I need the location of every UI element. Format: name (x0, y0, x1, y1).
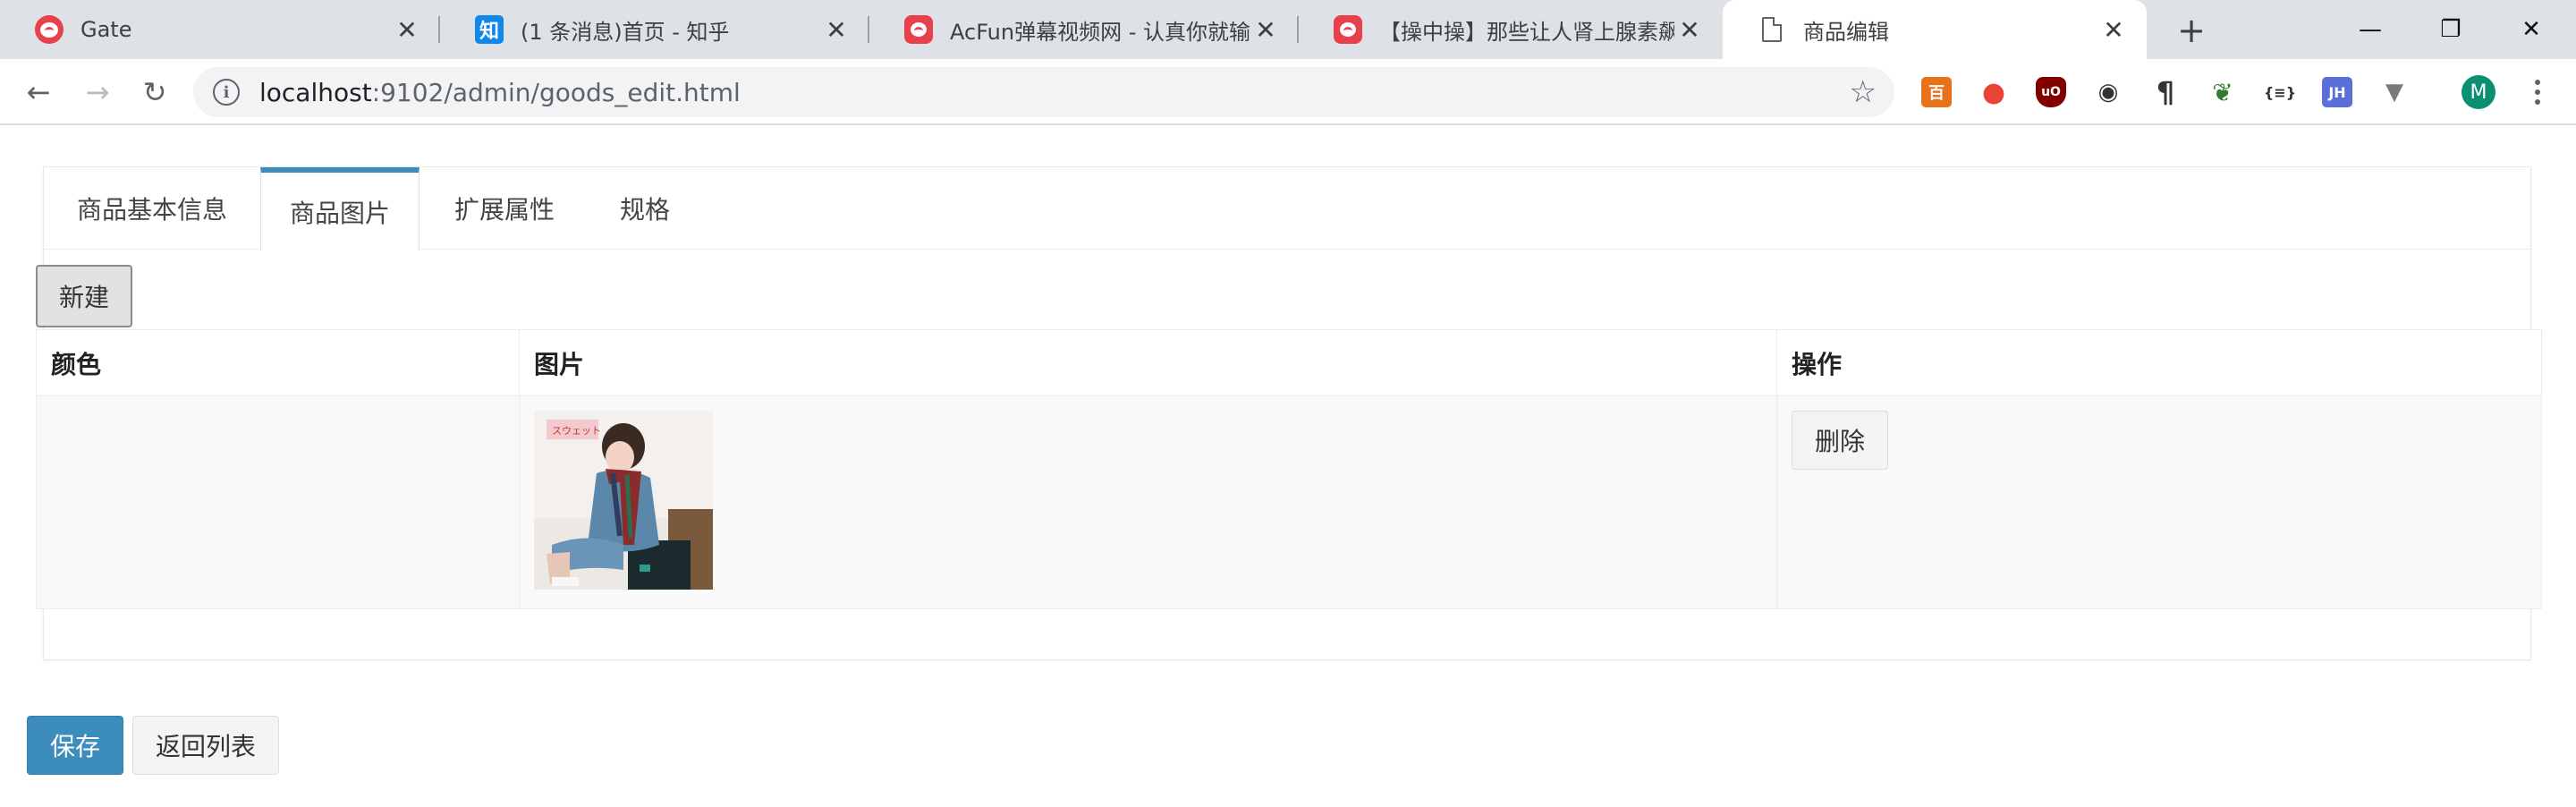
browser-tab-strip: Gate ✕ 知 (1 条消息)首页 - 知乎 ✕ AcFun弹幕视频网 - 认… (0, 0, 2576, 59)
ext-vue-icon[interactable]: ▼ (2379, 77, 2410, 107)
back-to-list-button[interactable]: 返回列表 (132, 716, 279, 775)
tab-specifications[interactable]: 规格 (589, 167, 700, 250)
new-button[interactable]: 新建 (36, 265, 132, 327)
image-cell: スウェット (519, 395, 1777, 609)
bookmark-star-icon[interactable]: ☆ (1850, 74, 1877, 110)
tab-title: (1 条消息)首页 - 知乎 (521, 19, 730, 45)
column-header-actions: 操作 (1776, 329, 2542, 396)
thumbnail-caption: スウェット (552, 425, 601, 437)
ext-ublock-icon[interactable]: uO (2036, 77, 2066, 107)
acfun-face-icon (903, 14, 934, 45)
tab-title: AcFun弹幕视频网 - 认真你就输啦 (950, 19, 1250, 45)
column-header-color: 颜色 (36, 329, 520, 396)
restore-button[interactable]: ❐ (2406, 0, 2496, 59)
acfun-face-icon (1333, 14, 1363, 45)
column-header-image: 图片 (519, 329, 1777, 396)
browser-toolbar: ← → ↻ i localhost:9102/admin/goods_edit.… (0, 59, 2576, 125)
browser-tab-zhihu[interactable]: 知 (1 条消息)首页 - 知乎 ✕ (440, 0, 869, 59)
tab-basic-info[interactable]: 商品基本信息 (44, 167, 260, 250)
forward-button[interactable]: → (77, 72, 118, 113)
tab-title: 商品编辑 (1803, 19, 1889, 45)
tab-goods-images[interactable]: 商品图片 (260, 167, 419, 251)
acfun-face-icon (34, 14, 64, 45)
browser-tab-gate[interactable]: Gate ✕ (0, 0, 440, 59)
ext-map-pin-icon[interactable]: ● (1979, 77, 2009, 108)
close-icon[interactable]: ✕ (2098, 14, 2129, 45)
color-cell (36, 395, 520, 609)
browser-tab-acfun[interactable]: AcFun弹幕视频网 - 认真你就输啦 ✕ (869, 0, 1299, 59)
tab-extended-attributes[interactable]: 扩展属性 (419, 167, 589, 250)
actions-cell: 删除 (1776, 395, 2542, 609)
table-row: スウェット 删除 (36, 395, 2542, 609)
url-text[interactable]: localhost:9102/admin/goods_edit.html (259, 78, 741, 107)
images-table: 颜色 图片 操作 スウェット 删除 (36, 329, 2542, 609)
table-header-row: 颜色 图片 操作 (36, 329, 2542, 396)
ext-baidu-icon[interactable]: 百 (1921, 77, 1952, 107)
close-icon[interactable]: ✕ (821, 14, 852, 45)
close-icon[interactable]: ✕ (392, 14, 422, 45)
close-icon[interactable]: ✕ (1250, 14, 1281, 45)
delete-button[interactable]: 删除 (1792, 411, 1888, 470)
site-info-icon[interactable]: i (213, 79, 240, 106)
tab-title: 【操中操】那些让人肾上腺素飙升 (1379, 19, 1674, 45)
close-icon[interactable]: ✕ (1674, 14, 1705, 45)
address-bar[interactable]: i localhost:9102/admin/goods_edit.html ☆ (193, 67, 1894, 117)
menu-kebab-icon[interactable] (2522, 73, 2553, 111)
goods-nav-tabs: 商品基本信息 商品图片 扩展属性 规格 (44, 167, 2530, 251)
save-button[interactable]: 保存 (27, 716, 123, 775)
browser-tab-caozhongcao[interactable]: 【操中操】那些让人肾上腺素飙升 ✕ (1299, 0, 1723, 59)
new-tab-button[interactable]: + (2174, 11, 2209, 50)
goods-thumbnail-image[interactable]: スウェット (534, 411, 713, 590)
ext-pilcrow-icon[interactable]: ¶ (2150, 75, 2181, 109)
browser-tab-goods-edit[interactable]: 商品编辑 ✕ (1723, 0, 2147, 59)
document-icon (1757, 14, 1787, 45)
back-button[interactable]: ← (18, 72, 59, 113)
ext-leaf-icon[interactable]: ❦ (2207, 77, 2238, 107)
ext-spy-icon[interactable]: ◉ (2093, 77, 2123, 107)
reload-button[interactable]: ↻ (134, 72, 175, 113)
profile-avatar[interactable]: M (2462, 75, 2496, 109)
ext-jh-icon[interactable]: JH (2322, 77, 2352, 107)
url-host: localhost (259, 77, 372, 107)
ext-json-icon[interactable]: {≡} (2264, 77, 2296, 107)
url-path: :9102/admin/goods_edit.html (371, 77, 741, 107)
zhihu-icon: 知 (474, 14, 504, 45)
tab-title: Gate (80, 17, 132, 42)
minimize-button[interactable]: — (2326, 0, 2415, 59)
window-close-button[interactable]: ✕ (2487, 0, 2576, 59)
